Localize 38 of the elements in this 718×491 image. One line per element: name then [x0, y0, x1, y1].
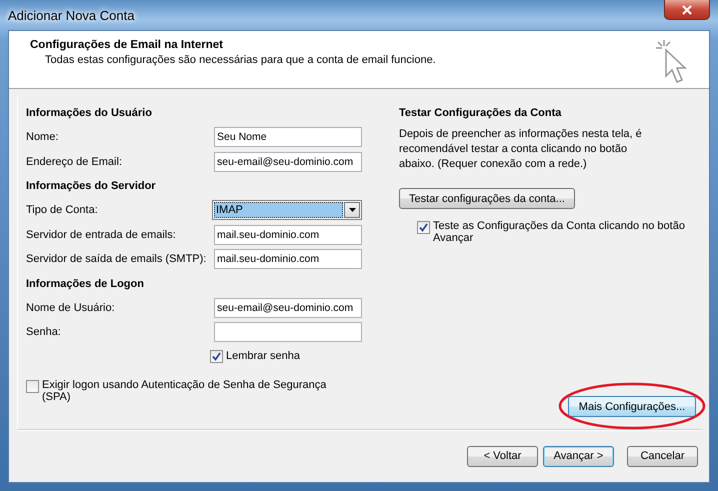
page-title: Configurações de Email na Internet	[30, 39, 224, 51]
section-heading: Informações de Logon	[25, 276, 145, 292]
field-label: Servidor de saída de emails (SMTP):	[26, 253, 206, 266]
page-subtitle: Todas estas configurações são necessárias para que a conta de email funcione.	[44, 54, 436, 66]
checkbox[interactable]	[26, 380, 39, 392]
checkbox-label: Exigir logon usando Autenticação de Senha de Segurança (SPA)	[42, 378, 328, 402]
input-field[interactable]: mail.seu-dominio.com	[214, 224, 362, 245]
description-text: Depois de preencher as informações nesta tela, é recomendável testar a conta clicando no botão abaixo. (Requer conexão com a rede.)	[399, 127, 643, 172]
input-field[interactable]: seu-email@seu-dominio.com	[214, 298, 362, 318]
field-label: Senha:	[26, 326, 61, 338]
checkmark-icon	[419, 223, 428, 232]
field-label: Endereço de Email:	[26, 156, 122, 168]
dialog-button[interactable]: Cancelar	[627, 446, 698, 466]
password-field[interactable]	[214, 322, 362, 342]
field-label: Servidor de entrada de emails:	[26, 228, 176, 241]
field-label: Nome de Usuário:	[26, 302, 115, 314]
window-title: Adicionar Nova Conta	[8, 8, 134, 22]
close-button[interactable]	[664, 0, 710, 20]
checkbox[interactable]	[210, 350, 223, 362]
more-settings-button[interactable]: Mais Configurações...	[568, 396, 696, 417]
section-heading: Testar Configurações da Conta	[399, 106, 562, 121]
dropdown-arrow-icon	[348, 208, 356, 212]
section-heading: Informações do Usuário	[25, 106, 153, 121]
test-settings-button[interactable]: Testar configurações da conta...	[399, 188, 575, 209]
checkbox[interactable]	[417, 221, 430, 234]
checkbox-label: Lembrar senha	[226, 350, 300, 362]
input-field[interactable]: Seu Nome	[214, 127, 362, 148]
field-label: Nome:	[26, 131, 58, 144]
checkmark-icon	[212, 352, 221, 360]
account-type-dropdown[interactable]: IMAP	[212, 200, 362, 220]
dialog-button[interactable]: < Voltar	[467, 446, 538, 466]
field-label: Tipo de Conta:	[26, 204, 98, 216]
section-heading: Informações do Servidor	[25, 179, 157, 194]
input-field[interactable]: mail.seu-dominio.com	[214, 249, 362, 270]
dialog-button[interactable]: Avançar >	[543, 446, 614, 466]
input-field[interactable]: seu-email@seu-dominio.com	[214, 152, 362, 172]
checkbox-label: Teste as Configurações da Conta clicando no botão Avançar	[433, 220, 686, 244]
close-icon	[681, 4, 693, 14]
